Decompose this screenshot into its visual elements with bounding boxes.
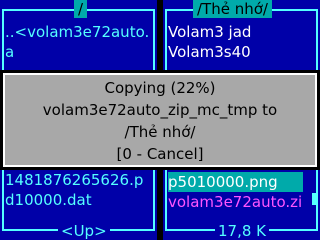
file-item[interactable]: d10000.dat (5, 190, 92, 210)
dialog-body: Copying (22%) volam3e72auto_zip_mc_tmp t… (3, 73, 317, 167)
right-panel-title: /Thẻ nhớ/ (193, 0, 272, 18)
right-panel-status: 17,8 K (215, 222, 270, 240)
copy-progress-dialog: Copying (22%) volam3e72auto_zip_mc_tmp t… (0, 70, 320, 170)
cancel-button[interactable]: [0 - Cancel] (5, 143, 315, 165)
scrollbar-thumb[interactable] (312, 193, 316, 205)
file-item[interactable]: Volam3 jad (168, 22, 251, 42)
left-panel-title: / (74, 0, 88, 18)
file-item[interactable]: volam3e72auto.zi (168, 192, 307, 212)
left-panel-status[interactable]: <Up> (58, 222, 110, 240)
file-item[interactable]: a (5, 42, 14, 62)
file-item[interactable]: ..<volam3e72auto. (5, 22, 149, 42)
file-item[interactable]: Volam3s40 (168, 42, 251, 62)
selected-file-item[interactable]: p5010000.png (168, 172, 303, 192)
dialog-destination: /Thẻ nhớ/ (124, 123, 196, 141)
dialog-source-file: volam3e72auto_zip_mc_tmp to (42, 101, 278, 119)
dialog-progress-text: Copying (22%) (104, 79, 216, 97)
file-item[interactable]: 1481876265626.p (5, 170, 143, 190)
